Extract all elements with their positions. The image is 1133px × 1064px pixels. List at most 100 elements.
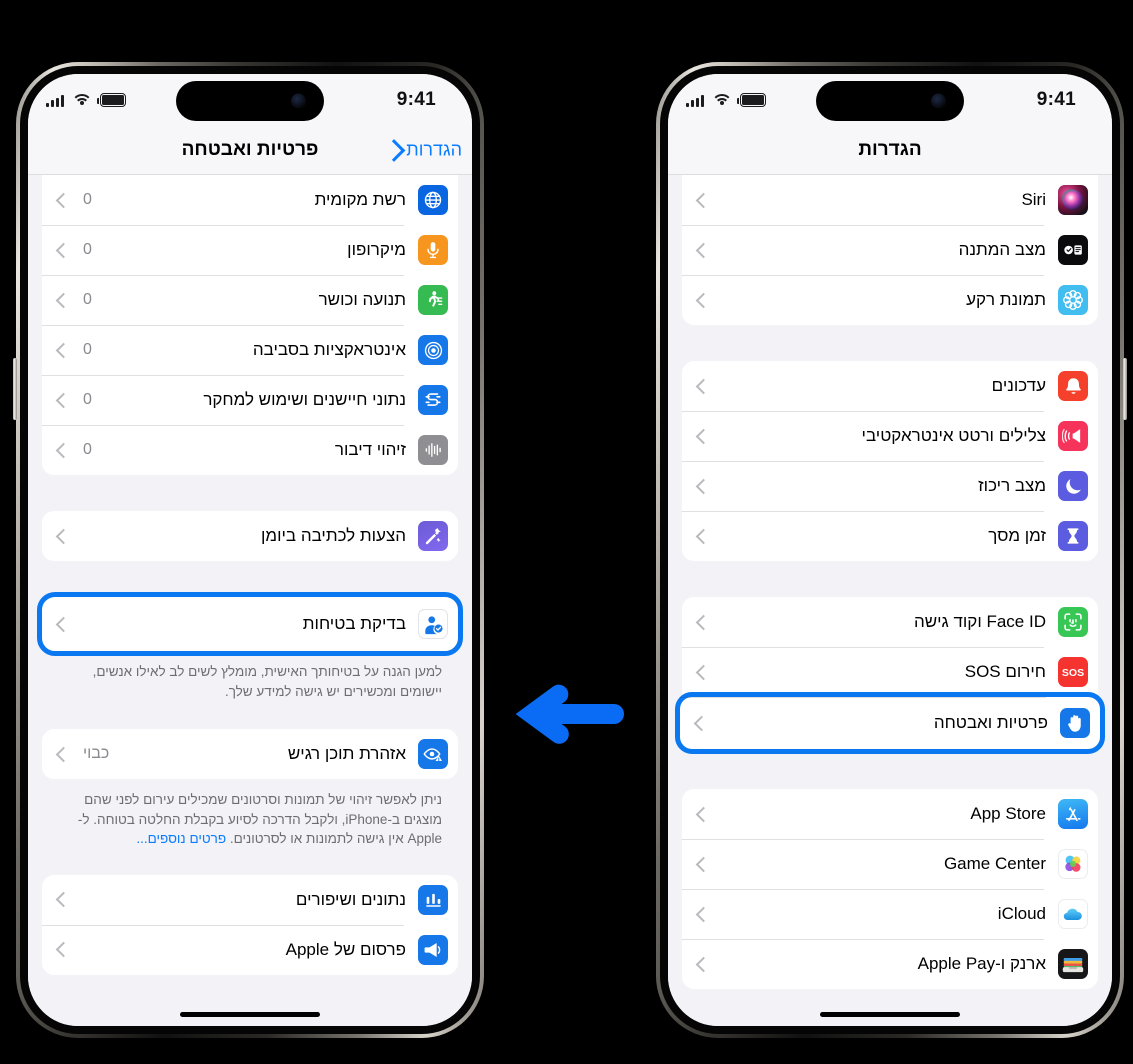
chevron-left-icon [55,442,72,458]
journaling-suggestions-icon [418,521,448,551]
notifications-bell-icon [1058,371,1088,401]
list-item-value: כבוי [83,745,110,763]
list-item[interactable]: רשת מקומית 0 [42,175,458,225]
wallpaper-icon [1058,285,1088,315]
list-item[interactable]: בדיקת בטיחות [42,597,458,651]
status-bar-time: 9:41 [1036,89,1076,110]
sensitive-content-footnote-text: ניתן לאפשר זיהוי של תמונות וסרטונים שמכי… [77,792,442,847]
list-item[interactable]: זמן מסך [682,511,1098,561]
list-item[interactable]: Siri [682,175,1098,225]
list-item-label: פרטיות ואבטחה [933,713,1048,732]
list-item-label: Siri [1021,190,1046,209]
left-status-indicators [46,93,126,107]
list-item-label: נתוני חיישנים ושימוש למחקר [203,390,406,409]
home-indicator[interactable] [180,1012,320,1017]
back-button[interactable]: הגדרות [382,138,462,162]
wifi-icon [71,93,93,107]
face-id-icon [1058,607,1088,637]
list-item-label: תנועה וכושר [318,290,406,309]
safety-check-footnote: למען הגנה על בטיחותך האישית, מומלץ לשים … [92,664,442,699]
chevron-left-icon [695,192,712,208]
chevron-left-icon [695,428,712,444]
safety-check-group-highlighted[interactable]: בדיקת בטיחות [37,592,463,656]
chevron-left-icon [695,856,712,872]
permissions-group: רשת מקומית 0 מיקרופון 0 תנועה וכושר 0 אי… [42,175,458,475]
list-item[interactable]: Game Center [682,839,1098,889]
right-status-bar: 9:41 [668,74,1112,126]
motion-fitness-icon [418,285,448,315]
list-item[interactable]: נתוני חיישנים ושימוש למחקר 0 [42,375,458,425]
list-item[interactable]: iCloud [682,889,1098,939]
chevron-left-icon [55,942,72,958]
list-item[interactable]: תמונת רקע [682,275,1098,325]
list-item[interactable]: SOS חירום SOS [682,647,1098,697]
list-item[interactable]: עדכונים [682,361,1098,411]
chevron-left-icon [55,616,72,632]
list-item[interactable]: Face ID וקוד גישה [682,597,1098,647]
left-status-bar: 9:41 [28,74,472,126]
list-item[interactable]: הצעות לכתיבה ביומן [42,511,458,561]
list-item[interactable]: אינטראקציות בסביבה 0 [42,325,458,375]
list-item[interactable]: פרסום של Apple [42,924,458,975]
chevron-left-icon [695,378,712,394]
list-item[interactable]: זיהוי דיבור 0 [42,425,458,475]
list-item-value: 0 [83,441,92,458]
apple-advertising-icon [418,934,448,965]
right-phone-side-button[interactable] [1123,358,1127,420]
list-item[interactable]: ארנק ו-Apple Pay [682,939,1098,989]
right-settings-list[interactable]: Siri מצב המתנה תמונת רקע עדכונים צלילים … [668,175,1112,1026]
nearby-interactions-icon [418,335,448,365]
cellular-bars-icon [46,93,64,107]
list-item-label: הצעות לכתיבה ביומן [261,526,406,545]
icloud-icon [1058,899,1088,929]
list-item-label: מצב ריכוז [978,476,1046,495]
left-settings-list[interactable]: רשת מקומית 0 מיקרופון 0 תנועה וכושר 0 אי… [28,175,472,1026]
front-camera-icon [931,93,946,109]
chevron-left-icon [695,292,712,308]
home-indicator[interactable] [820,1012,960,1017]
list-item-value: 0 [83,191,92,208]
dynamic-island [816,81,964,121]
right-status-indicators [686,93,766,107]
left-pointing-arrow [515,684,624,744]
list-item[interactable]: App Store [682,789,1098,839]
list-item[interactable]: מצב המתנה [682,225,1098,275]
left-nav-bar: פרטיות ואבטחה הגדרות [28,126,472,175]
battery-icon [97,93,126,107]
chevron-left-icon [695,614,712,630]
game-center-icon [1058,849,1088,879]
sensitive-content-group: אזהרת תוכן רגיש כבוי [42,729,458,780]
list-item-label: זמן מסך [988,526,1046,545]
analytics-group: נתונים ושיפורים פרסום של Apple [42,874,458,975]
left-phone-screen: 9:41 פרטיות ואבטחה הגדרות רשת מקומית 0 מ… [28,74,472,1026]
privacy-hand-icon [1060,708,1090,738]
list-item-privacy-security-highlighted[interactable]: פרטיות ואבטחה [675,692,1105,754]
back-button-label: הגדרות [406,139,462,160]
list-item[interactable]: אזהרת תוכן רגיש כבוי [42,729,458,779]
notifications-group: עדכונים צלילים ורטט אינטראקטיבי מצב ריכו… [682,361,1098,561]
chevron-left-icon [55,192,72,208]
list-item-label: נתונים ושיפורים [295,889,406,909]
battery-icon [737,93,766,107]
chevron-left-icon [695,242,712,258]
dynamic-island [176,81,324,121]
chevron-left-icon [695,806,712,822]
list-item-label: פרסום של Apple [285,939,406,959]
list-item[interactable]: צלילים ורטט אינטראקטיבי [682,411,1098,461]
chevron-right-icon [382,138,406,162]
list-item[interactable]: מיקרופון 0 [42,225,458,275]
chevron-left-icon [695,906,712,922]
chevron-left-icon [55,242,72,258]
left-phone-side-button[interactable] [13,358,17,420]
list-item[interactable]: מצב ריכוז [682,461,1098,511]
sensitive-content-eye-icon [418,739,448,770]
learn-more-link[interactable]: פרטים נוספים... [136,831,226,846]
list-item-label: מיקרופון [347,240,406,259]
chevron-left-icon [695,478,712,494]
screen-time-hourglass-icon [1058,521,1088,551]
siri-icon [1058,185,1088,215]
list-item[interactable]: נתונים ושיפורים [42,875,458,925]
accounts-group: App Store Game Center iCloud ארנק ו-Appl… [682,789,1098,989]
list-item[interactable]: תנועה וכושר 0 [42,275,458,325]
cellular-bars-icon [686,93,704,107]
